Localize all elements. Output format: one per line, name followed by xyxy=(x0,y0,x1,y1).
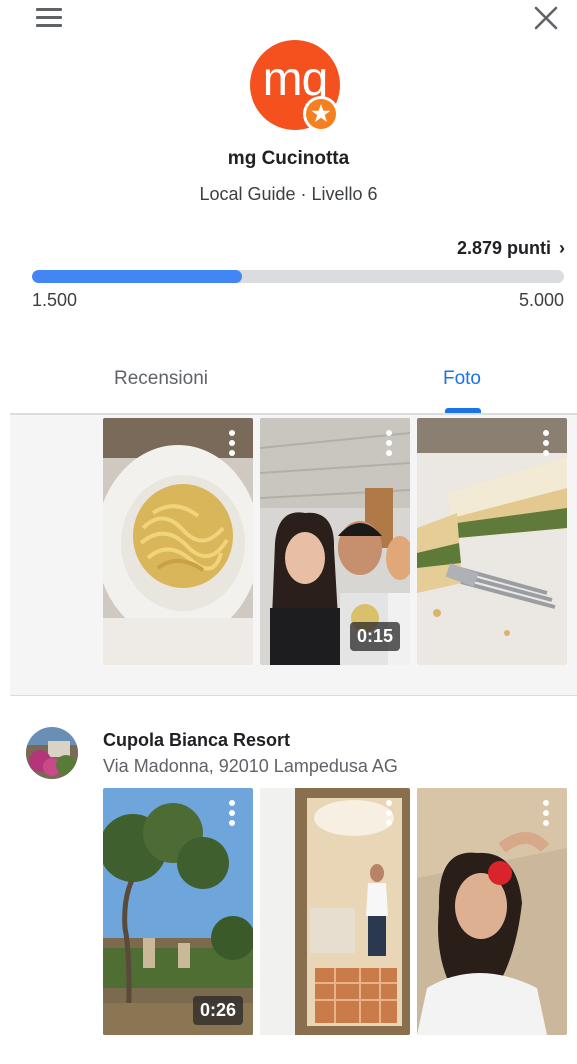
photo-thumbnail-garden[interactable]: 0:26 xyxy=(103,788,253,1035)
tab-reviews[interactable]: Recensioni xyxy=(17,368,305,390)
local-guide-badge-icon xyxy=(303,96,339,132)
level-progress-fill xyxy=(32,270,242,283)
more-options-icon[interactable] xyxy=(386,430,392,456)
close-icon[interactable] xyxy=(530,2,562,34)
place-name[interactable]: Cupola Bianca Resort xyxy=(103,730,290,751)
hamburger-menu-icon[interactable] xyxy=(34,6,64,30)
points-link[interactable]: 2.879 punti › xyxy=(457,238,565,259)
more-options-icon[interactable] xyxy=(229,800,235,826)
profile-level: Local Guide · Livello 6 xyxy=(199,184,378,204)
progress-max-label: 5.000 xyxy=(518,290,564,310)
place-address: Via Madonna, 92010 Lampedusa AG xyxy=(103,756,398,776)
more-options-icon[interactable] xyxy=(386,800,392,826)
profile-name: mg Cucinotta xyxy=(227,148,350,169)
photo-thumbnail-mirror[interactable] xyxy=(260,788,410,1035)
place-thumbnail-image xyxy=(26,727,78,779)
photo-thumbnail-pie[interactable] xyxy=(417,418,567,665)
level-progress-bar xyxy=(32,270,564,283)
points-label: 2.879 punti xyxy=(456,238,551,258)
place-avatar[interactable] xyxy=(26,727,78,779)
tab-photos[interactable]: Foto xyxy=(318,368,577,390)
more-options-icon[interactable] xyxy=(229,430,235,456)
photo-thumbnail-selfie[interactable]: 0:15 xyxy=(260,418,410,665)
video-duration-badge: 0:15 xyxy=(349,622,400,651)
photo-group-separator xyxy=(10,695,577,696)
photo-thumbnail-pasta[interactable] xyxy=(103,418,253,665)
progress-min-label: 1.500 xyxy=(32,290,78,310)
photo-thumbnail-portrait[interactable] xyxy=(417,788,567,1035)
chevron-right-icon: › xyxy=(559,238,565,258)
video-duration-badge: 0:26 xyxy=(192,996,243,1025)
more-options-icon[interactable] xyxy=(543,800,549,826)
more-options-icon[interactable] xyxy=(543,430,549,456)
